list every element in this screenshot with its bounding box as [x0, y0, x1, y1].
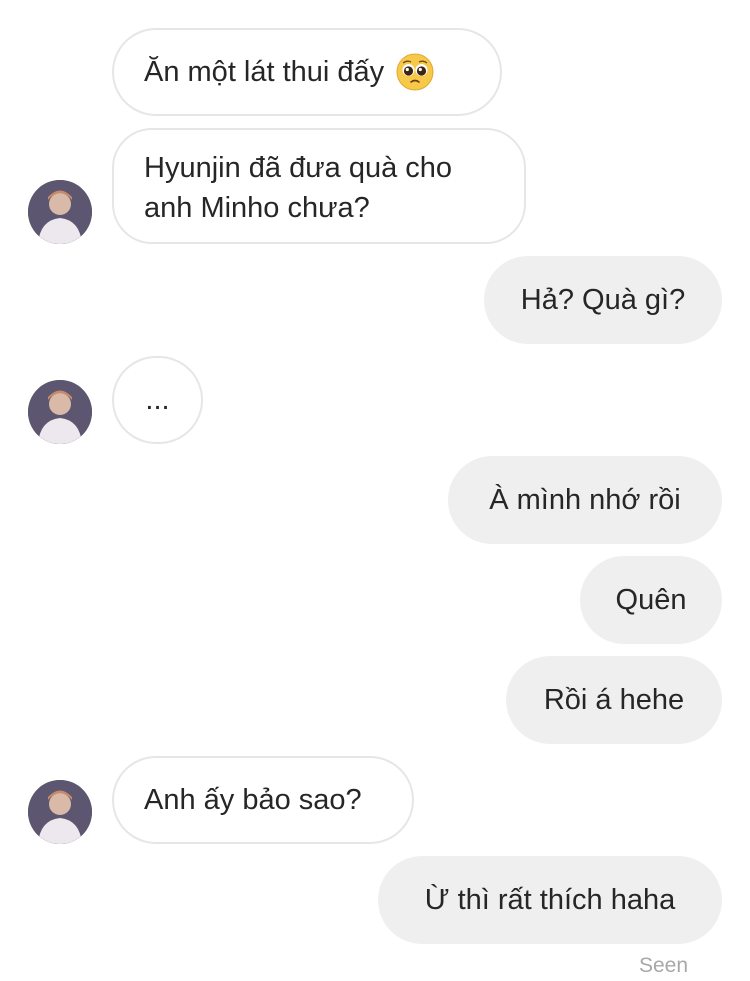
message-text: Hả? Quà gì? — [520, 284, 686, 316]
contact-avatar[interactable] — [28, 380, 92, 444]
message-text: Quên — [615, 584, 687, 616]
incoming-message-bubble[interactable]: Ăn một lát thui đấy — [112, 28, 502, 116]
pleading-face-emoji-icon — [396, 53, 434, 91]
contact-avatar[interactable] — [28, 180, 92, 244]
message-text: Anh ấy bảo sao? — [144, 784, 362, 816]
seen-status-label: Seen — [638, 954, 688, 977]
outgoing-message-bubble[interactable]: Quên — [580, 556, 722, 644]
message-text: Rồi á hehe — [543, 684, 685, 716]
incoming-message-bubble[interactable]: Anh ấy bảo sao? — [112, 756, 414, 844]
incoming-message-bubble[interactable]: ... — [112, 356, 203, 444]
message-text: À mình nhớ rồi — [489, 484, 681, 516]
outgoing-message-bubble[interactable]: Rồi á hehe — [506, 656, 722, 744]
message-text: ... — [145, 384, 170, 416]
outgoing-message-bubble[interactable]: À mình nhớ rồi — [448, 456, 722, 544]
message-text: Ừ thì rất thích haha — [424, 884, 676, 916]
message-text-line: Hyunjin đã đưa quà cho — [144, 152, 453, 184]
message-text: Ăn một lát thui đấy — [144, 56, 385, 88]
incoming-message-bubble[interactable]: Hyunjin đã đưa quà cho anh Minho chưa? — [112, 128, 526, 244]
outgoing-message-bubble[interactable]: Ừ thì rất thích haha — [378, 856, 722, 944]
outgoing-message-bubble[interactable]: Hả? Quà gì? — [484, 256, 722, 344]
message-text-line: anh Minho chưa? — [144, 192, 370, 224]
contact-avatar[interactable] — [28, 780, 92, 844]
